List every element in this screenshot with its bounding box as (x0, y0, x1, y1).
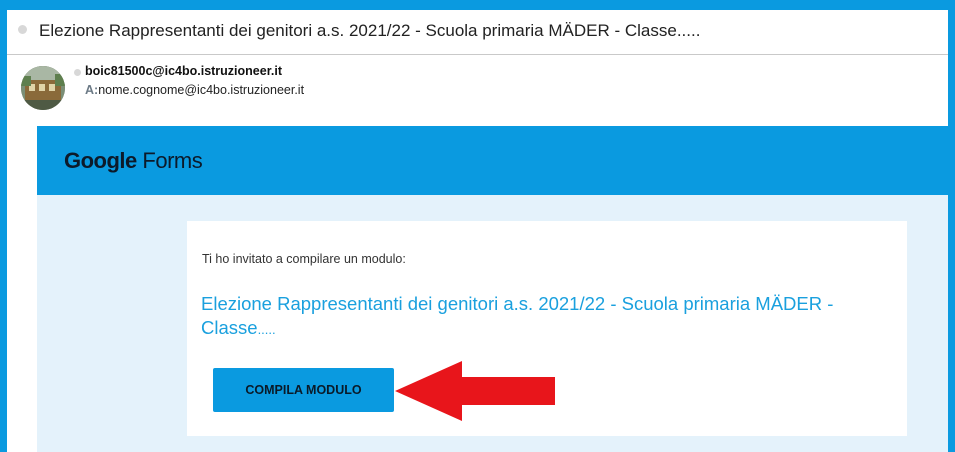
google-forms-logo: Google Forms (64, 148, 203, 174)
form-title-link[interactable]: Elezione Rappresentanti dei genitori a.s… (201, 292, 881, 342)
left-arrow-icon (395, 361, 555, 421)
email-subject-row[interactable]: Elezione Rappresentanti dei genitori a.s… (7, 10, 948, 55)
recipient-label: A: (85, 83, 99, 97)
google-wordmark: Google (64, 148, 137, 173)
recipient-address[interactable]: nome.cognome@ic4bo.istruzioneer.it (98, 83, 304, 97)
recipient-line: A:nome.cognome@ic4bo.istruzioneer.it (85, 83, 304, 97)
email-subject: Elezione Rappresentanti dei genitori a.s… (39, 21, 701, 40)
window-right-border (948, 0, 955, 452)
window-top-border (0, 0, 955, 10)
sender-status-dot-icon (74, 69, 81, 76)
form-title-ellipsis: ..... (257, 322, 276, 337)
form-title-text: Elezione Rappresentanti dei genitori a.s… (201, 293, 834, 338)
unread-dot-icon (18, 25, 27, 34)
email-header: boic81500c@ic4bo.istruzioneer.it A:nome.… (7, 55, 948, 115)
sender-address[interactable]: boic81500c@ic4bo.istruzioneer.it (85, 64, 282, 78)
avatar-photo-icon (21, 66, 65, 110)
fill-form-button[interactable]: COMPILA MODULO (213, 368, 394, 412)
invite-text: Ti ho invitato a compilare un modulo: (202, 252, 406, 266)
google-forms-header: Google Forms (37, 126, 948, 195)
sender-avatar[interactable] (21, 66, 65, 110)
forms-wordmark: Forms (142, 148, 203, 173)
window-left-border (0, 0, 7, 452)
